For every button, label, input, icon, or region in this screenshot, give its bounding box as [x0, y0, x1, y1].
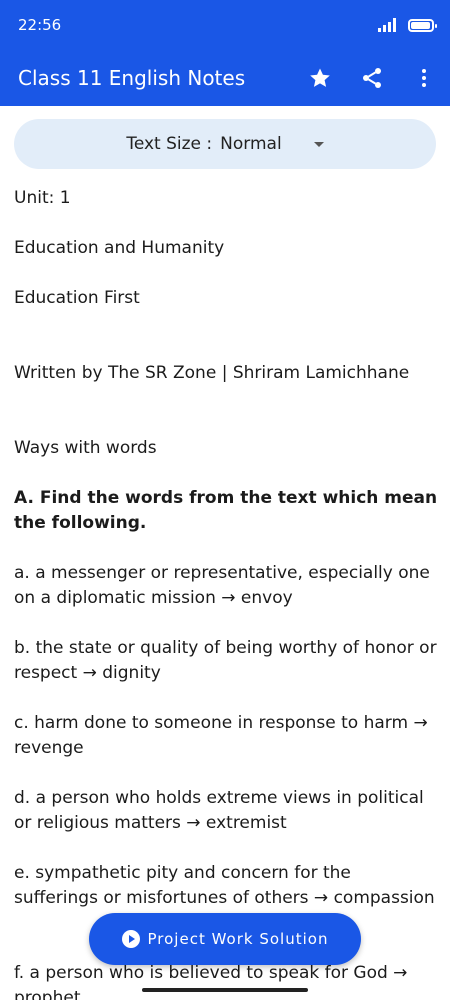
battery-icon: [408, 18, 437, 32]
question-heading: A. Find the words from the text which me…: [14, 488, 438, 533]
text-size-selector[interactable]: Text Size : Normal: [14, 119, 436, 169]
list-item: a. a messenger or representative, especi…: [14, 563, 430, 608]
project-work-solution-button[interactable]: Project Work Solution: [89, 913, 361, 965]
more-vert-icon: [422, 69, 426, 87]
list-item: e. sympathetic pity and concern for the …: [14, 863, 435, 908]
more-options-button[interactable]: [398, 54, 450, 102]
status-bar: 22:56: [0, 0, 450, 50]
share-button[interactable]: [346, 54, 398, 102]
star-icon: [310, 68, 330, 87]
unit-heading: Unit: 1: [14, 188, 71, 208]
play-circle-icon: [121, 930, 140, 948]
text-size-label: Text Size :: [126, 134, 213, 154]
list-item: d. a person who holds extreme views in p…: [14, 788, 424, 833]
list-item: b. the state or quality of being worthy …: [14, 638, 437, 683]
fab-label: Project Work Solution: [147, 930, 329, 948]
article-scroll-area[interactable]: Text Size : Normal Unit: 1 Education and…: [0, 106, 450, 1000]
app-bar: Class 11 English Notes: [0, 50, 450, 106]
share-icon: [363, 68, 381, 88]
status-time: 22:56: [18, 16, 62, 34]
page-title: Class 11 English Notes: [18, 66, 246, 90]
byline: Written by The SR Zone | Shriram Lamichh…: [14, 363, 410, 383]
list-item: c. harm done to someone in response to h…: [14, 713, 428, 758]
lesson-heading: Education First: [14, 288, 140, 308]
status-icons: [378, 18, 437, 32]
theme-heading: Education and Humanity: [14, 238, 225, 258]
text-size-value: Normal: [220, 134, 282, 154]
chevron-down-icon: [313, 141, 324, 147]
section-heading: Ways with words: [14, 438, 157, 458]
list-item: f. a person who is believed to speak for…: [14, 963, 408, 1000]
home-indicator[interactable]: [142, 988, 308, 992]
favorite-button[interactable]: [294, 54, 346, 102]
signal-icon: [378, 18, 396, 32]
